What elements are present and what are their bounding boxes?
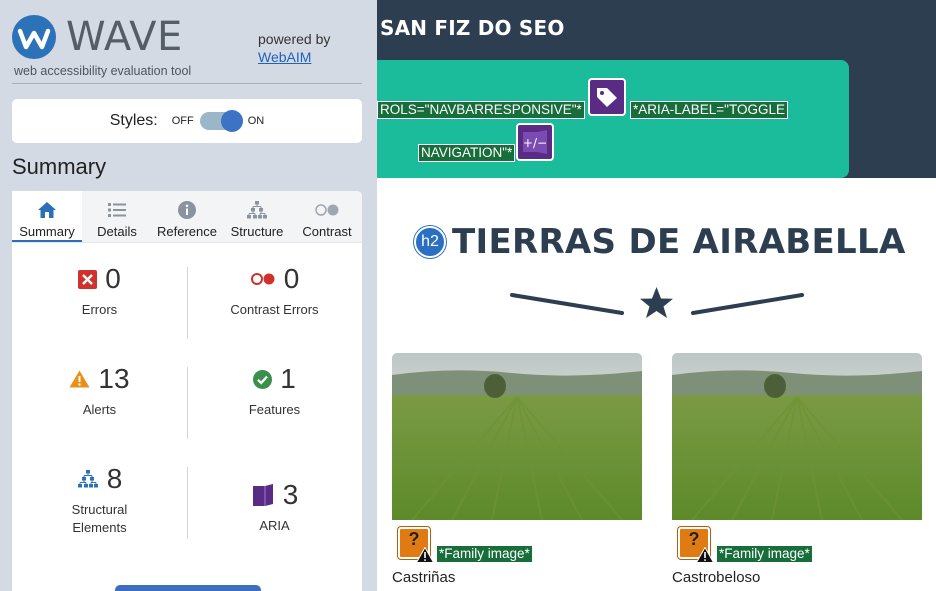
alt-text-label: *Family image* (716, 545, 813, 563)
features-label: Features (248, 402, 301, 417)
alt-text-label: *Family image* (436, 545, 533, 563)
tab-label: Contrast (302, 224, 352, 239)
wave-logo-text: WAVE (66, 14, 183, 60)
aria-expanded-icon: +/− (516, 123, 554, 161)
field-image (672, 353, 922, 520)
contrast-errors-label: Contrast Errors (230, 302, 319, 317)
check-circle-icon (253, 369, 273, 389)
card-caption[interactable]: Castriñas (392, 569, 455, 586)
alert-icon (69, 370, 90, 388)
section-heading: h2 TIERRAS DE AIRABELLA (414, 222, 906, 262)
sitemap-icon (246, 199, 268, 221)
features-count: 1 (280, 363, 296, 394)
tab-label: Details (97, 224, 137, 239)
sitemap-icon (77, 469, 99, 489)
aria-icon (251, 483, 275, 507)
tab-summary[interactable]: Summary (12, 191, 82, 242)
errors-stat[interactable]: 0 Errors (12, 259, 187, 359)
tab-label: Reference (157, 224, 217, 239)
structural-label: Structural Elements (72, 501, 128, 537)
toggle-knob[interactable] (220, 110, 243, 132)
home-icon (37, 199, 57, 221)
powered-by-text: powered by (258, 31, 331, 47)
tab-details[interactable]: Details (82, 191, 152, 242)
aria-tag-icon (588, 78, 626, 116)
nav-toggle-bar: ROLS="NAVBARRESPONSIVE"* *ARIA-LABEL="TO… (377, 60, 849, 178)
place-card[interactable]: ? *Family image* Castrobeloso (672, 353, 922, 586)
wave-sidebar: WAVE web accessibility evaluation tool p… (0, 0, 377, 591)
alerts-stat[interactable]: 13 Alerts (12, 359, 187, 459)
styles-toggle[interactable] (199, 110, 243, 132)
aria-controls-label: ROLS="NAVBARRESPONSIVE"* (377, 101, 585, 119)
errors-count: 0 (105, 263, 121, 294)
summary-heading: Summary (12, 154, 107, 179)
tab-contrast[interactable]: Contrast (292, 191, 362, 242)
summary-panel: Summary Details Reference Structure Cont… (12, 191, 362, 591)
features-stat[interactable]: 1 Features (187, 359, 362, 459)
aria-label-line1: *ARIA-LABEL="TOGGLE (630, 101, 788, 119)
wave-tagline: web accessibility evaluation tool (14, 64, 192, 78)
errors-label: Errors (81, 302, 118, 317)
section-title: TIERRAS DE AIRABELLA (452, 222, 906, 262)
contrast-errors-stat[interactable]: 0 Contrast Errors (187, 259, 362, 359)
info-icon (177, 199, 197, 221)
styles-label: Styles: (109, 112, 158, 129)
aria-label-line2: NAVIGATION"* (418, 144, 516, 162)
h2-badge-icon: h2 (414, 226, 446, 258)
tab-bar: Summary Details Reference Structure Cont… (12, 191, 362, 243)
tab-label: Structure (230, 224, 284, 239)
contrast-errors-count: 0 (283, 263, 300, 294)
summary-stats: 0 Errors 0 Contrast Errors 13 Alerts 1 F… (12, 259, 362, 559)
alerts-label: Alerts (82, 402, 117, 417)
tab-label: Summary (19, 224, 75, 239)
structural-count: 8 (106, 463, 123, 494)
card-caption[interactable]: Castrobeloso (672, 569, 760, 586)
svg-text:+/−: +/− (523, 136, 547, 150)
divider (12, 83, 362, 84)
page-header: SAN FIZ DO SEO ROLS="NAVBARRESPONSIVE"* … (377, 0, 936, 178)
error-icon (78, 269, 98, 289)
wave-logo-icon (12, 15, 56, 59)
image-alert-icon: ? (398, 527, 434, 563)
alerts-count: 13 (98, 363, 130, 394)
image-alert-icon: ? (678, 527, 714, 563)
tab-structure[interactable]: Structure (222, 191, 292, 242)
aria-stat[interactable]: 3 ARIA (187, 459, 362, 559)
webaim-link[interactable]: WebAIM (258, 48, 330, 66)
tab-reference[interactable]: Reference (152, 191, 222, 242)
field-image (392, 353, 642, 520)
structural-stat[interactable]: 8 Structural Elements (12, 459, 187, 559)
view-details-button[interactable] (115, 585, 261, 591)
site-title[interactable]: SAN FIZ DO SEO (380, 16, 565, 40)
place-card[interactable]: ? *Family image* Castriñas (392, 353, 642, 586)
list-icon (107, 199, 127, 221)
contrast-icon (314, 199, 340, 221)
toggle-off-label: OFF (171, 115, 194, 127)
star-divider (510, 287, 804, 318)
powered-by: powered by WebAIM (258, 30, 330, 66)
toggle-on-label: ON (247, 115, 265, 127)
contrast-error-icon (250, 272, 276, 286)
structural-label-line1: Structural (71, 502, 128, 517)
aria-count: 3 (282, 479, 299, 510)
aria-label: ARIA (259, 518, 290, 533)
star-icon (640, 287, 673, 318)
styles-toggle-box: Styles: OFF ON (12, 99, 362, 143)
structural-label-line2: Elements (72, 520, 127, 535)
